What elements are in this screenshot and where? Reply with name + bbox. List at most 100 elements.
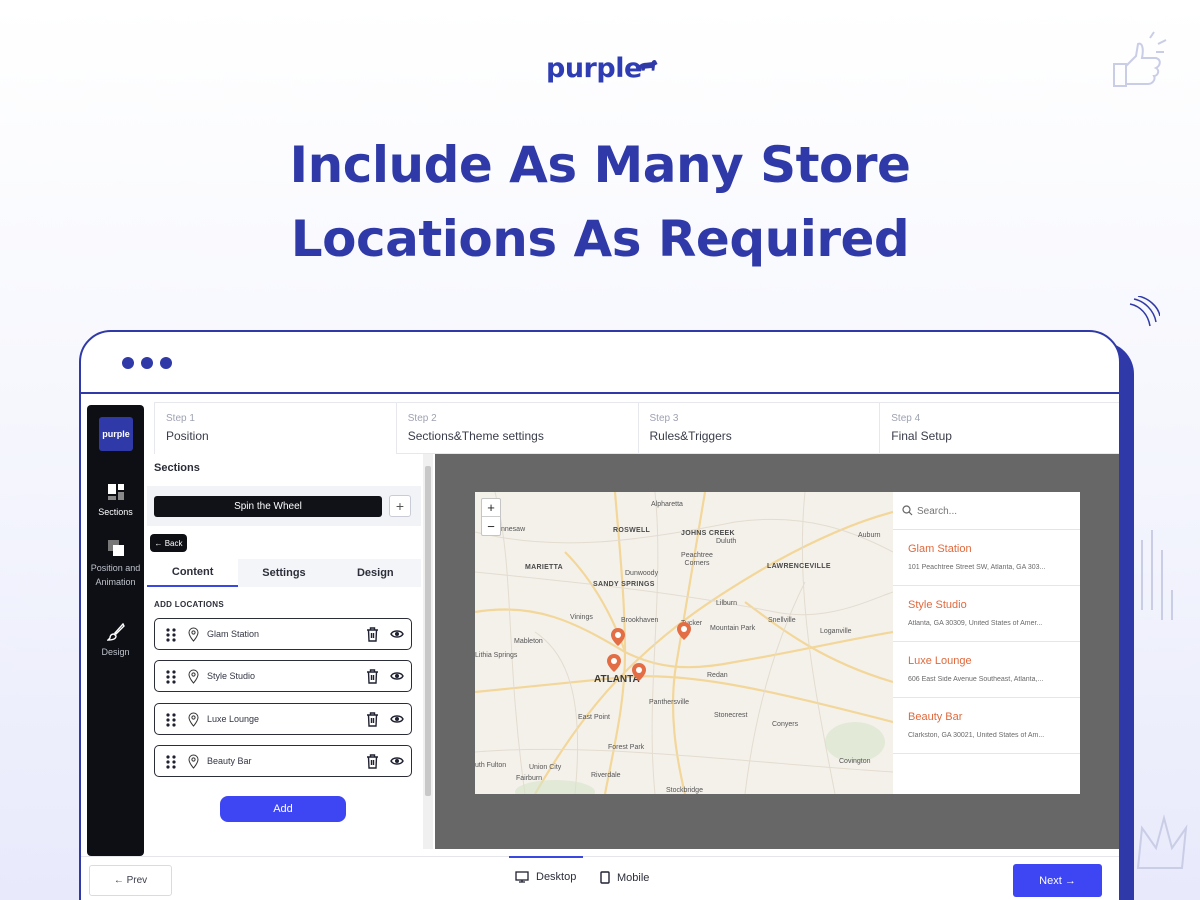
back-button[interactable]: ← Back <box>150 534 187 552</box>
app-logo: purple <box>99 417 133 451</box>
location-name: Style Studio <box>207 671 256 681</box>
store-locator-widget: + − Alpharetta ROSWELL JOHNS CREEK Dulut… <box>475 492 1080 794</box>
store-address: 606 East Side Avenue Southeast, Atlanta,… <box>908 676 1044 683</box>
step-tab-position[interactable]: Step 1 Position <box>154 402 396 454</box>
map-label: Snellville <box>768 617 796 624</box>
map-marker-icon[interactable] <box>610 627 626 647</box>
store-list-item[interactable]: Luxe Lounge 606 East Side Avenue Southea… <box>893 642 1080 698</box>
location-row[interactable]: Luxe Lounge <box>154 703 412 735</box>
window-dots <box>122 357 172 369</box>
device-tab-indicator <box>509 856 583 858</box>
eye-icon[interactable] <box>390 755 404 767</box>
map-label: JOHNS CREEK <box>681 530 735 537</box>
store-list-item[interactable]: Glam Station 101 Peachtree Street SW, At… <box>893 530 1080 586</box>
window-dot <box>141 357 153 369</box>
map-label: nnesaw <box>501 526 526 533</box>
store-search-input[interactable] <box>917 503 1067 519</box>
step-tabs: Step 1 Position Step 2 Sections&Theme se… <box>154 402 1119 454</box>
zoom-out-button[interactable]: − <box>482 517 500 535</box>
map-marker-icon[interactable] <box>606 653 622 673</box>
tab-design[interactable]: Design <box>330 559 421 587</box>
mobile-tab[interactable]: Mobile <box>600 871 649 884</box>
map-label: MARIETTA <box>525 564 564 571</box>
map-view[interactable]: + − Alpharetta ROSWELL JOHNS CREEK Dulut… <box>475 492 893 794</box>
map-pin-icon <box>188 754 199 769</box>
map-marker-icon[interactable] <box>631 662 647 682</box>
location-row[interactable]: Beauty Bar <box>154 745 412 777</box>
add-location-button[interactable]: Add <box>220 796 346 822</box>
step-number: Step 4 <box>891 413 921 424</box>
step-number: Step 3 <box>649 413 679 424</box>
store-address: Clarkston, GA 30021, United States of Am… <box>908 732 1045 739</box>
trash-icon[interactable] <box>366 754 379 769</box>
desktop-tab[interactable]: Desktop <box>515 871 576 883</box>
desktop-label: Desktop <box>536 871 577 883</box>
sidebar-item-design[interactable]: Design <box>87 623 144 659</box>
sidebar-item-position-animation[interactable]: Position and Animation <box>87 539 144 589</box>
map-label: Dunwoody <box>625 570 659 577</box>
panel-scrollbar-thumb[interactable] <box>425 466 431 796</box>
step-tab-sections-theme[interactable]: Step 2 Sections&Theme settings <box>395 402 638 454</box>
trash-icon[interactable] <box>366 669 379 684</box>
map-label: ROSWELL <box>613 527 651 534</box>
trash-icon[interactable] <box>366 627 379 642</box>
store-search <box>893 492 1080 530</box>
hand-doodle-icon <box>1141 530 1173 620</box>
map-label: Brookhaven <box>621 617 659 624</box>
eye-icon[interactable] <box>390 628 404 640</box>
window-dot <box>160 357 172 369</box>
sidebar-item-label: Sections <box>98 507 133 517</box>
location-name: Luxe Lounge <box>207 714 260 724</box>
next-button[interactable]: Next → <box>1013 864 1102 897</box>
location-row[interactable]: Glam Station <box>154 618 412 650</box>
store-name: Beauty Bar <box>908 711 963 723</box>
hero-title: Include As Many Store Locations As Requi… <box>0 128 1200 276</box>
map-marker-icon[interactable] <box>676 621 692 641</box>
add-section-button[interactable]: + <box>389 495 411 517</box>
step-label: Final Setup <box>891 429 952 443</box>
map-label: Peachtree Corners <box>681 552 713 567</box>
location-row[interactable]: Style Studio <box>154 660 412 692</box>
eye-icon[interactable] <box>390 713 404 725</box>
map-label: Union City <box>529 764 562 771</box>
store-name: Style Studio <box>908 599 967 611</box>
settings-panel: Sections Spin the Wheel + ← Back Content… <box>144 454 435 854</box>
map-pin-icon <box>188 712 199 727</box>
app-editor: purple Sections Position and Animation D… <box>81 396 1119 900</box>
position-icon <box>107 540 124 556</box>
drag-handle-icon[interactable] <box>166 670 176 684</box>
map-pin-icon <box>188 627 199 642</box>
drag-handle-icon[interactable] <box>166 713 176 727</box>
sections-icon <box>107 484 124 500</box>
mobile-label: Mobile <box>617 871 650 884</box>
map-label: East Point <box>578 714 610 721</box>
map-label: LAWRENCEVILLE <box>767 563 831 570</box>
drag-handle-icon[interactable] <box>166 628 176 642</box>
trash-icon[interactable] <box>366 712 379 727</box>
map-label: Lilburn <box>716 600 738 607</box>
tab-settings[interactable]: Settings <box>238 559 329 587</box>
hero-title-line-2: Locations As Required <box>290 210 910 268</box>
store-list-item[interactable]: Style Studio Atlanta, GA 30309, United S… <box>893 586 1080 642</box>
drag-handle-icon[interactable] <box>166 755 176 769</box>
hero-title-line-1: Include As Many Store <box>289 136 911 194</box>
preview-canvas: + − Alpharetta ROSWELL JOHNS CREEK Dulut… <box>435 454 1119 849</box>
store-list-item[interactable]: Beauty Bar Clarkston, GA 30021, United S… <box>893 698 1080 754</box>
map-label: Auburn <box>858 532 881 539</box>
map-label: Alpharetta <box>651 501 683 508</box>
step-tab-rules-triggers[interactable]: Step 3 Rules&Triggers <box>637 402 880 454</box>
section-spin-the-wheel-button[interactable]: Spin the Wheel <box>154 496 382 517</box>
step-tab-final-setup[interactable]: Step 4 Final Setup <box>879 402 1119 454</box>
panel-tabs: Content Settings Design <box>147 559 421 587</box>
prev-button[interactable]: ← Prev <box>89 865 172 896</box>
sidebar-item-sections[interactable]: Sections <box>87 483 144 519</box>
zoom-in-button[interactable]: + <box>482 499 500 517</box>
tab-content[interactable]: Content <box>147 559 239 587</box>
map-label: Stockbridge <box>666 787 703 794</box>
eye-icon[interactable] <box>390 670 404 682</box>
map-label: Vinings <box>570 614 593 621</box>
map-label: Duluth <box>716 538 737 545</box>
wave-lines-doodle-icon <box>1129 296 1160 327</box>
bottom-toolbar: ← Prev Desktop Mobile Next → <box>81 856 1119 900</box>
map-label: Mableton <box>514 638 543 645</box>
